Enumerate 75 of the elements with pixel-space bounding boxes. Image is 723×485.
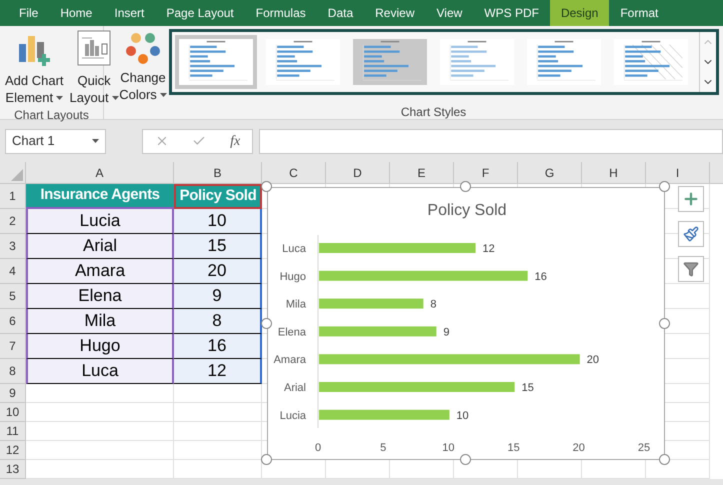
table-cell: 10 [174,209,262,234]
row-header[interactable]: 3 [0,234,26,259]
ribbon-tab[interactable]: Format [609,0,670,26]
column-header[interactable]: B [174,162,262,183]
axis-label: 25 [638,442,650,454]
table-cell: 8 [174,309,262,334]
column-header[interactable]: H [582,162,646,183]
table-cell: 12 [174,359,262,384]
axis-label: 10 [442,442,455,454]
table-cell: 16 [174,334,262,359]
row-header[interactable]: 1 [0,184,26,209]
ribbon-tab[interactable]: WPS PDF [473,0,550,26]
name-box[interactable]: Chart 1 [5,128,106,154]
column-header[interactable]: E [390,162,454,183]
row-header[interactable]: 11 [0,422,26,441]
row-header[interactable]: 8 [0,359,26,384]
row-header[interactable]: 5 [0,284,26,309]
axis-label: Luca [282,243,306,255]
data-label: 8 [430,298,436,311]
ribbon-tab[interactable]: Data [316,0,364,26]
data-label: 20 [586,354,600,366]
group-label: Chart Styles [400,104,468,121]
change-colors-button[interactable]: Change Colors [118,29,168,103]
row-header[interactable]: 6 [0,309,26,334]
ribbon-tab[interactable]: Home [49,0,104,26]
table-cell: Amara [26,259,174,284]
chart-title: Policy Sold [427,202,507,219]
column-header[interactable]: A [26,162,174,183]
axis-label: Arial [284,382,306,394]
ribbon-tab[interactable]: Formulas [244,0,317,26]
table-cell: 15 [174,234,262,259]
row-header[interactable]: 2 [0,209,26,234]
quick-layout-button[interactable]: Quick Layout [68,30,120,106]
row-header[interactable]: 10 [0,403,26,422]
ribbon-tab[interactable]: Page Layout [155,0,245,26]
table-cell: 9 [174,284,262,309]
row-header[interactable]: 13 [0,460,26,479]
data-label: 10 [456,410,469,422]
group-label: Chart Layouts [13,107,90,124]
table-cell: Hugo [26,334,174,359]
ribbon-tab[interactable]: Review [364,0,426,26]
column-header[interactable]: D [326,162,390,183]
header-cell: Insurance Agents [26,184,174,209]
axis-label: 20 [572,442,585,454]
axis-label: Mila [286,298,306,311]
row-header[interactable]: 4 [0,259,26,284]
chart-area[interactable]: Policy Sold Luca 12 Hugo 16 Mila 8 Elena 9 Amara 20 Arial 15 Lucia 10 0 5 10 15 20 25 [267,187,665,460]
table-cell: Luca [26,359,174,384]
ribbon-tab[interactable]: File [8,0,50,26]
table-cell: Elena [26,284,174,309]
data-label: 16 [534,270,547,283]
ribbon-tab[interactable]: Insert [103,0,156,26]
data-label: 9 [443,326,450,338]
axis-label: Amara [274,354,306,366]
row-header[interactable]: 12 [0,441,26,460]
axis-label: 5 [380,442,386,454]
insert-function-button[interactable]: fx [230,130,240,152]
table-cell: Arial [26,234,174,259]
axis-label: Hugo [280,270,306,283]
data-label: 15 [522,382,534,394]
row-header[interactable]: 7 [0,334,26,359]
table-cell: Mila [26,309,174,334]
header-cell: Policy Sold [174,184,262,209]
column-header[interactable]: G [518,162,582,183]
table-cell: 20 [174,259,262,284]
data-label: 12 [482,243,495,255]
add-chart-element-button[interactable]: Add Chart Element [4,30,65,106]
ribbon-tab[interactable]: Design [550,0,610,26]
axis-label: Lucia [280,410,306,422]
axis-label: Elena [278,326,306,338]
axis-label: 15 [507,442,520,454]
ribbon-tab[interactable]: View [426,0,474,26]
axis-label: 0 [314,442,322,454]
table-cell: Lucia [26,209,174,234]
row-header[interactable]: 9 [0,384,26,403]
